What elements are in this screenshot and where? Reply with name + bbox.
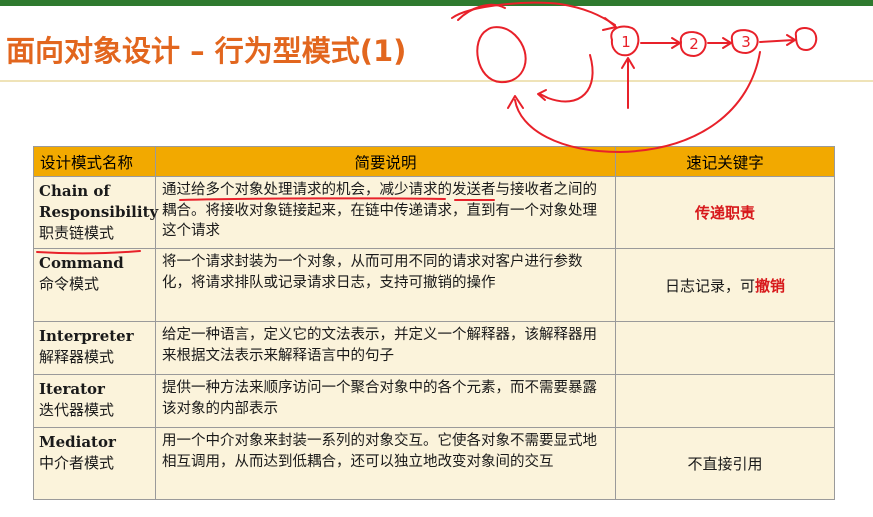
pattern-name-cn: 解释器模式: [39, 348, 115, 366]
pattern-name-en: Iterator: [39, 380, 105, 398]
pattern-name-en: Command: [39, 254, 124, 272]
ink-arrow-head-top: [602, 17, 617, 31]
top-accent-bar: [0, 0, 873, 6]
table-row: Mediator 中介者模式 用一个中介对象来封装一系列的对象交互。它使各对象不…: [33, 427, 835, 500]
pattern-name-en: Chain of Responsibility: [39, 182, 159, 221]
pattern-description: 提供一种方法来顺序访问一个聚合对象中的各个元素，而不需要暴露该对象的内部表示: [155, 374, 616, 428]
pattern-description: 将一个请求封装为一个对象，从而可用不同的请求对客户进行参数化，将请求排队或记录请…: [155, 248, 616, 322]
table-row: Interpreter 解释器模式 给定一种语言，定义它的文法表示，并定义一个解…: [33, 321, 835, 375]
ink-node-1: [610, 25, 640, 57]
pattern-name-cell: Mediator 中介者模式: [33, 427, 156, 500]
keyword-plain: 日志记录，可: [664, 276, 755, 295]
ink-node-3: [730, 29, 759, 54]
pattern-name-cn: 迭代器模式: [39, 401, 115, 419]
pattern-keyword: 传递职责: [615, 176, 835, 249]
ink-return-loop: [507, 51, 761, 153]
ink-arc-top: [451, 1, 616, 26]
pattern-description: 通过给多个对象处理请求的机会，减少请求的发送者与接收者之间的耦合。将接收对象链接…: [155, 176, 616, 249]
pattern-keyword: [615, 321, 835, 375]
table-row: Command 命令模式 将一个请求封装为一个对象，从而可用不同的请求对客户进行…: [33, 248, 835, 322]
ink-label-3: 3: [741, 33, 751, 51]
pattern-keyword: 不直接引用: [615, 427, 835, 500]
ink-arrow-2-3: [707, 37, 732, 49]
pattern-name-cell: Chain of Responsibility 职责链模式: [33, 176, 159, 249]
pattern-description: 给定一种语言，定义它的文法表示，并定义一个解释器，该解释器用来根据文法表示来解释…: [155, 321, 616, 375]
pattern-keyword: [615, 374, 835, 428]
ink-label-1: 1: [621, 33, 631, 51]
table-header-row: 设计模式名称 简要说明 速记关键字: [33, 146, 835, 177]
patterns-table: 设计模式名称 简要说明 速记关键字 Chain of Responsibilit…: [33, 146, 835, 500]
ink-node-2: [679, 31, 707, 57]
pattern-name-cell: Command 命令模式: [33, 248, 156, 322]
table-row: Chain of Responsibility 职责链模式 通过给多个对象处理请…: [33, 176, 835, 249]
table-row: Iterator 迭代器模式 提供一种方法来顺序访问一个聚合对象中的各个元素，而…: [33, 374, 835, 428]
ink-loop-node: [476, 26, 527, 84]
keyword-highlight: 传递职责: [694, 204, 755, 222]
slide-title: 面向对象设计 – 行为型模式(1): [6, 34, 407, 68]
keyword-highlight: 撤销: [755, 276, 786, 295]
header-keyword: 速记关键字: [615, 146, 835, 177]
pattern-keyword: 日志记录，可撤销: [615, 248, 835, 322]
header-description: 简要说明: [155, 146, 616, 177]
pattern-name-cn: 中介者模式: [39, 454, 115, 472]
pattern-name-cn: 命令模式: [39, 275, 100, 293]
ink-back-arrow: [537, 54, 594, 103]
ink-node-end: [794, 27, 818, 51]
ink-arrow-1-2: [640, 37, 681, 49]
pattern-description: 用一个中介对象来封装一系列的对象交互。它使各对象不需要显式地相互调用，从而达到低…: [155, 427, 616, 500]
header-pattern-name: 设计模式名称: [33, 146, 156, 177]
pattern-name-cn: 职责链模式: [39, 224, 115, 242]
ink-arrow-up: [621, 57, 635, 109]
pattern-name-cell: Interpreter 解释器模式: [33, 321, 156, 375]
pattern-name-en: Interpreter: [39, 327, 134, 345]
keyword-plain: 不直接引用: [687, 455, 763, 473]
pattern-name-cell: Iterator 迭代器模式: [33, 374, 156, 428]
pattern-name-en: Mediator: [39, 433, 116, 451]
title-divider: [0, 80, 873, 82]
ink-label-2: 2: [689, 35, 699, 53]
ink-arc-left: [457, 3, 506, 21]
ink-arrow-3-end: [759, 34, 796, 46]
